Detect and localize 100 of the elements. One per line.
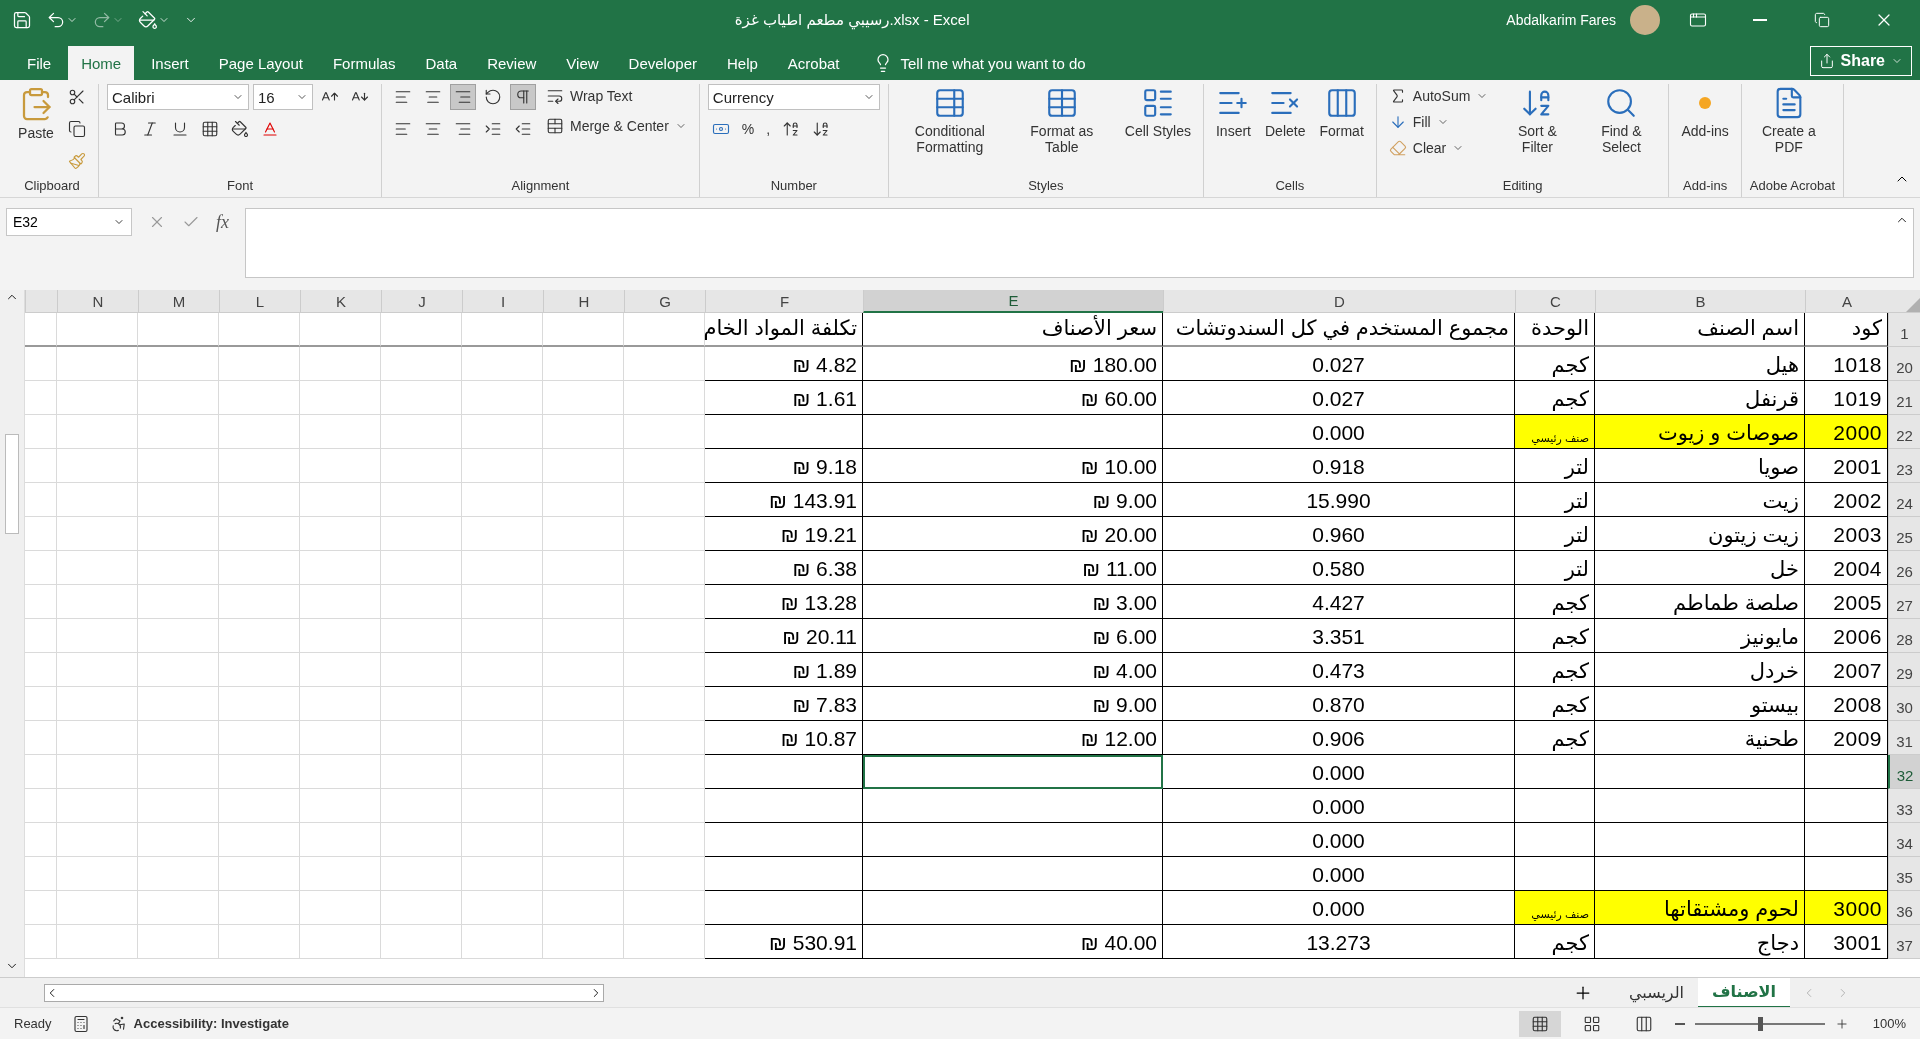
ribbon-tab[interactable]: Formulas	[319, 46, 409, 80]
row-header[interactable]: 20	[1888, 347, 1920, 381]
column-header[interactable]: E	[863, 290, 1163, 313]
cells-button[interactable]: Delete	[1261, 84, 1310, 142]
row-header[interactable]: 21	[1888, 381, 1920, 415]
paste-button[interactable]: Paste	[14, 84, 58, 144]
row-header[interactable]: 28	[1888, 619, 1920, 653]
sheet-tab[interactable]: الاصناف	[1698, 977, 1790, 1008]
row-header[interactable]: 25	[1888, 517, 1920, 551]
ribbon-tab[interactable]: Developer	[615, 46, 710, 80]
table-cell: ₪ 40.00	[863, 925, 1163, 959]
underline-icon	[171, 120, 189, 138]
row-header[interactable]: 31	[1888, 721, 1920, 755]
column-header[interactable]	[25, 290, 57, 313]
wrap-text-button[interactable]: Wrap Text	[542, 84, 691, 108]
row-header[interactable]: 30	[1888, 687, 1920, 721]
table-cell: 2008	[1805, 687, 1888, 721]
ribbon-tab[interactable]: Help	[713, 46, 771, 80]
table-cell: ₪ 19.21	[705, 517, 863, 551]
row-header[interactable]: 34	[1888, 823, 1920, 857]
ribbon-tab[interactable]: Review	[474, 46, 550, 80]
horizontal-scrollbar[interactable]	[44, 983, 604, 1002]
normal-view-button[interactable]	[1518, 1010, 1561, 1037]
page-icon	[1582, 1014, 1601, 1033]
share-button[interactable]: Share	[1809, 46, 1912, 76]
scrollbar-thumb[interactable]	[5, 434, 19, 534]
column-header[interactable]: B	[1595, 290, 1805, 313]
table-cell: ₪ 9.00	[863, 483, 1163, 517]
redo-icon	[92, 10, 112, 30]
table-cell: صنف رئيسي	[1515, 891, 1595, 925]
number-format-field[interactable]: Currency	[707, 84, 880, 110]
ribbon-tab[interactable]: Data	[412, 46, 471, 80]
align-button[interactable]	[450, 84, 476, 110]
selected-cell[interactable]	[863, 755, 1163, 789]
row-header[interactable]: 37	[1888, 925, 1920, 959]
column-header[interactable]: K	[300, 290, 381, 313]
row-header[interactable]: 29	[1888, 653, 1920, 687]
minimize-icon[interactable]	[1753, 19, 1767, 21]
group-label: Clipboard	[23, 177, 81, 195]
zoom-thumb[interactable]	[1757, 1016, 1763, 1031]
row-header[interactable]: 24	[1888, 483, 1920, 517]
column-header[interactable]: I	[462, 290, 543, 313]
row-header[interactable]: 23	[1888, 449, 1920, 483]
column-header[interactable]: J	[381, 290, 462, 313]
merge-center-button[interactable]: Merge & Center	[542, 114, 691, 138]
row-header[interactable]: 1	[1888, 313, 1920, 347]
align-icon	[394, 88, 412, 106]
ribbon-tab[interactable]: Home	[68, 46, 135, 80]
ribbon-tab[interactable]: Insert	[138, 46, 202, 80]
column-header[interactable]: A	[1805, 290, 1888, 313]
table-cell: لتر	[1515, 517, 1595, 551]
fill-button[interactable]: Fill	[1384, 110, 1493, 134]
row-header[interactable]: 35	[1888, 857, 1920, 891]
row-header[interactable]: 27	[1888, 585, 1920, 619]
create-pdf-button[interactable]: Create a PDF	[1749, 84, 1828, 158]
table-cell: 0.870	[1163, 687, 1515, 721]
row-header[interactable]: 33	[1888, 789, 1920, 823]
column-header[interactable]: M	[138, 290, 219, 313]
clear-button[interactable]: Clear	[1384, 136, 1493, 160]
ribbon-tab[interactable]: File	[14, 46, 65, 80]
formula-input[interactable]	[245, 208, 1914, 278]
name-box[interactable]: E32	[6, 208, 132, 236]
row-header[interactable]: 36	[1888, 891, 1920, 925]
font-size-field[interactable]: 16	[253, 84, 313, 110]
column-header[interactable]: N	[57, 290, 138, 313]
row-header[interactable]: 26	[1888, 551, 1920, 585]
font-name-field[interactable]: Calibri	[107, 84, 249, 110]
insert-function-button[interactable]: fx	[216, 211, 229, 233]
column-header[interactable]: F	[705, 290, 863, 313]
tell-me-search[interactable]: Tell me what you want to do	[872, 46, 1086, 80]
column-header[interactable]: L	[219, 290, 300, 313]
column-header[interactable]: H	[543, 290, 624, 313]
add-ins-button[interactable]: Add-ins	[1677, 84, 1733, 142]
table-cell: كجم	[1515, 619, 1595, 653]
ribbon-tab[interactable]: Page Layout	[205, 46, 316, 80]
styles-button[interactable]: Conditional Formatting	[896, 84, 1003, 158]
autosum-button[interactable]: AutoSum	[1384, 84, 1493, 108]
text-direction-button[interactable]	[510, 84, 536, 110]
find-select-button[interactable]: Find & Select	[1582, 84, 1661, 158]
column-header[interactable]: C	[1515, 290, 1595, 313]
styles-button[interactable]: Format as Table	[1008, 84, 1115, 158]
column-header[interactable]: G	[624, 290, 705, 313]
sheet-tab[interactable]: الريسبي	[1614, 977, 1698, 1008]
row-header[interactable]: 32	[1888, 755, 1920, 789]
table-cell: 2000	[1805, 415, 1888, 449]
cells-button[interactable]: Insert	[1211, 84, 1255, 142]
row-header[interactable]: 22	[1888, 415, 1920, 449]
user-avatar[interactable]	[1630, 5, 1660, 35]
comma-button[interactable]: ,	[762, 118, 775, 140]
cells-button[interactable]: Format	[1315, 84, 1368, 142]
table-cell: 2009	[1805, 721, 1888, 755]
ribbon-tab[interactable]: View	[553, 46, 612, 80]
sort-filter-button[interactable]: Sort & Filter	[1498, 84, 1577, 158]
styles-button[interactable]: Cell Styles	[1120, 84, 1195, 142]
accessibility-status[interactable]: Accessibility: Investigate	[109, 1014, 289, 1033]
vertical-scrollbar[interactable]	[0, 290, 25, 977]
percent-button[interactable]: %	[737, 118, 759, 140]
ribbon-tab[interactable]: Acrobat	[774, 46, 853, 80]
zoom-out-icon[interactable]	[1674, 1022, 1685, 1025]
column-header[interactable]: D	[1163, 290, 1515, 313]
